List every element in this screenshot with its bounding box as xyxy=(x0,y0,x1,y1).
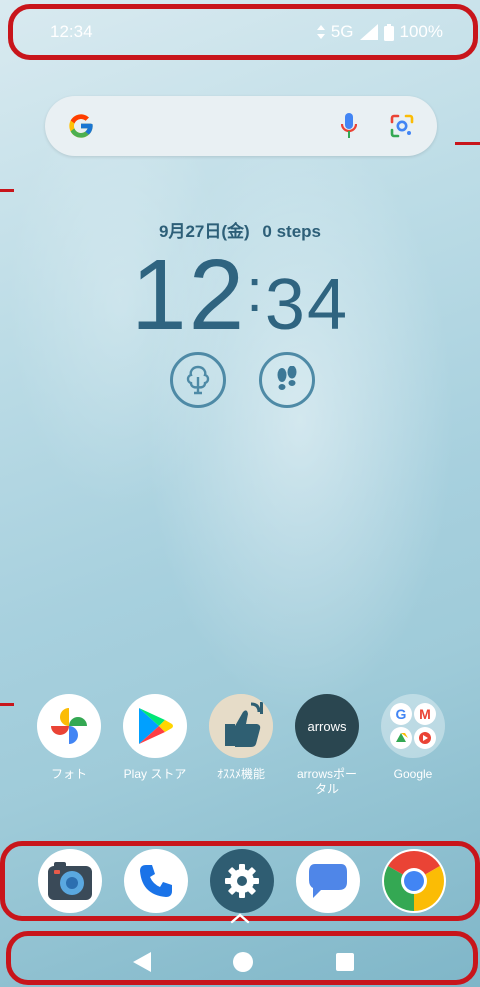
app-label: Play ストア xyxy=(123,767,187,781)
recents-button[interactable] xyxy=(335,953,354,971)
google-search-bar[interactable] xyxy=(45,96,437,156)
app-label: Google xyxy=(393,767,433,781)
svg-text:G: G xyxy=(396,706,407,722)
navigation-bar xyxy=(12,940,475,984)
svg-text:M: M xyxy=(419,706,431,722)
app-recommended-features[interactable]: ｵｽｽﾒ機能 xyxy=(198,694,284,782)
clock-hours: 12 xyxy=(131,239,247,351)
battery-percent: 100% xyxy=(399,22,443,41)
data-arrows-icon xyxy=(316,25,325,39)
back-button[interactable] xyxy=(133,952,152,972)
app-label: arrowsポータル xyxy=(296,767,357,796)
annotation-tick xyxy=(0,703,14,706)
dock-phone[interactable] xyxy=(124,849,188,913)
status-time: 12:34 xyxy=(50,22,93,41)
battery-icon xyxy=(383,23,394,41)
app-label: ｵｽｽﾒ機能 xyxy=(216,767,265,781)
dock-camera[interactable] xyxy=(38,849,102,913)
clock-colon: : xyxy=(246,257,265,324)
messages-icon xyxy=(309,864,347,898)
network-type: 5G xyxy=(330,22,354,41)
footsteps-widget-button[interactable] xyxy=(259,352,315,408)
dock-chrome[interactable] xyxy=(382,849,446,913)
arrows-logo-text: arrows xyxy=(307,718,347,734)
home-button[interactable] xyxy=(233,952,254,972)
dock-messages[interactable] xyxy=(296,849,360,913)
lens-icon[interactable] xyxy=(389,113,415,139)
app-play-store[interactable]: Play ストア xyxy=(112,694,198,782)
photos-icon xyxy=(37,694,101,758)
big-clock[interactable]: 12:34 xyxy=(0,238,480,353)
footsteps-icon xyxy=(277,366,297,390)
app-drawer-chevron-icon[interactable] xyxy=(228,912,252,924)
app-label: フォト xyxy=(50,767,87,781)
phone-icon xyxy=(140,865,172,897)
tree-icon xyxy=(186,365,210,395)
annotation-tick xyxy=(0,189,14,192)
google-logo-icon xyxy=(69,114,93,138)
status-icons: 5G 100% xyxy=(316,22,443,42)
clock-minutes: 34 xyxy=(264,265,349,345)
mic-icon[interactable] xyxy=(341,113,357,139)
app-arrows-portal[interactable]: arrows arrowsポータル xyxy=(284,694,370,797)
tree-widget-button[interactable] xyxy=(170,352,226,408)
app-photos[interactable]: フォト xyxy=(26,694,112,782)
google-folder-icon: G M xyxy=(381,694,445,758)
chrome-icon xyxy=(384,851,444,911)
annotation-tick xyxy=(455,142,480,145)
thumbs-up-icon xyxy=(209,694,273,758)
status-bar: 12:34 5G 100% xyxy=(12,8,475,56)
camera-icon xyxy=(48,862,92,900)
settings-icon xyxy=(225,864,259,898)
dock-settings[interactable] xyxy=(210,849,274,913)
search-actions xyxy=(341,113,415,139)
play-store-icon xyxy=(123,694,187,758)
app-google-folder[interactable]: G M Google xyxy=(370,694,456,782)
arrows-portal-icon: arrows xyxy=(295,694,359,758)
signal-icon xyxy=(359,24,378,40)
